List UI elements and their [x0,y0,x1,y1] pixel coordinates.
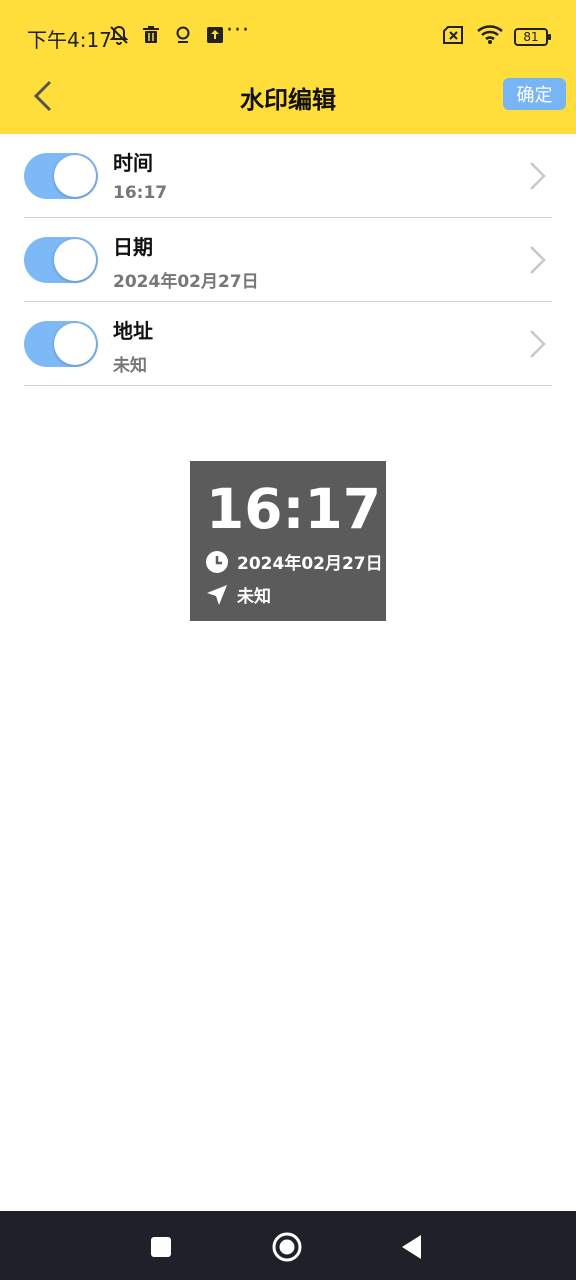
recent-apps-button[interactable] [145,1231,177,1263]
toggle-knob [54,239,96,281]
watermark-preview: 16:17 2024年02月27日 未知 [190,461,386,621]
navigation-arrow-icon [207,584,227,605]
home-circle-icon [272,1232,302,1262]
triangle-back-icon [402,1235,421,1259]
time-toggle[interactable] [24,153,98,199]
sim-off-icon [442,25,466,49]
preview-time: 16:17 [206,477,382,541]
header: 下午4:17 ··· 81 水印编辑 确定 [0,0,576,134]
trash-icon [140,24,162,46]
setting-row-date[interactable]: 日期 2024年02月27日 [24,218,552,302]
chevron-right-icon[interactable] [522,242,552,278]
mute-bell-icon [108,24,130,46]
preview-address: 未知 [237,587,271,607]
preview-address-row: 未知 [205,582,271,607]
status-bar: 下午4:17 ··· 81 [0,0,576,68]
toggle-knob [54,323,96,365]
more-notifications-icon: ··· [226,18,250,43]
preview-date: 2024年02月27日 [237,554,383,574]
setting-label: 日期 [113,235,153,259]
confirm-button[interactable]: 确定 [503,78,566,110]
settings-list: 时间 16:17 日期 2024年02月27日 地址 未知 [24,134,552,386]
square-icon [151,1237,171,1257]
battery-icon: 81 [514,28,551,46]
navbar: 水印编辑 确定 [0,68,576,134]
preview-date-row: 2024年02月27日 [205,549,383,574]
setting-label: 时间 [113,151,153,175]
setting-value: 未知 [113,356,147,376]
status-time: 下午4:17 [27,28,112,52]
home-button[interactable] [271,1231,303,1263]
wifi-icon [476,24,504,50]
setting-row-address[interactable]: 地址 未知 [24,302,552,386]
setting-value: 16:17 [113,183,168,203]
status-notification-icons [108,24,226,46]
setting-row-time[interactable]: 时间 16:17 [24,134,552,218]
chevron-right-icon[interactable] [522,326,552,362]
clock-icon [206,550,228,573]
chevron-right-icon[interactable] [522,158,552,194]
upload-icon [204,24,226,46]
system-nav-bar [0,1211,576,1280]
location-icon [172,24,194,46]
back-nav-button[interactable] [396,1231,428,1263]
setting-value: 2024年02月27日 [113,272,259,292]
toggle-knob [54,155,96,197]
setting-label: 地址 [113,319,153,343]
address-toggle[interactable] [24,321,98,367]
page-title: 水印编辑 [240,86,336,114]
date-toggle[interactable] [24,237,98,283]
status-system-icons: 81 [442,24,551,50]
